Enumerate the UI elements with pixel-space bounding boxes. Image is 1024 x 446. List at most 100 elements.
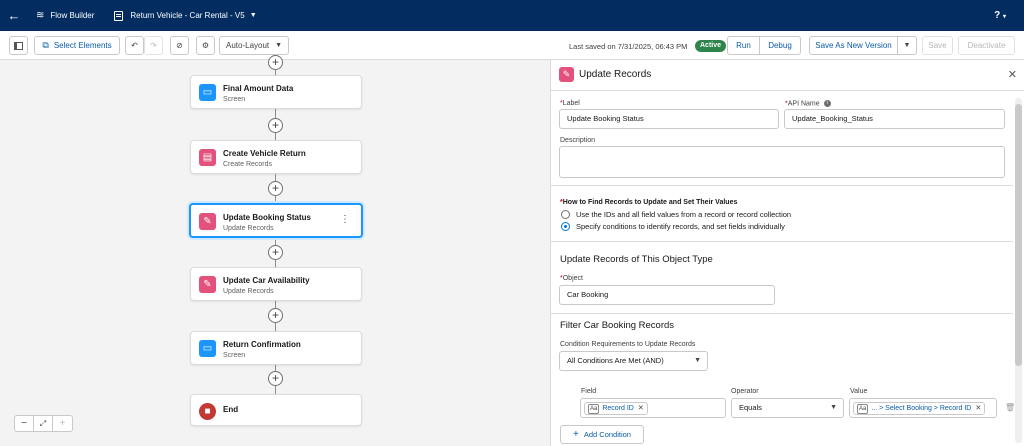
add-icon: +: [573, 429, 579, 440]
close-icon[interactable]: ✕: [1008, 68, 1017, 81]
description-label: Description: [560, 137, 596, 144]
node-title: Update Car Availability: [223, 276, 310, 285]
save-menu-button[interactable]: ▼: [897, 36, 917, 55]
flow-node-update-car-availability[interactable]: ✎ Update Car Availability Update Records: [190, 267, 362, 301]
deactivate-button[interactable]: Deactivate: [958, 36, 1015, 55]
panel-title: Update Records: [579, 69, 652, 80]
condition-requirements-label: Condition Requirements to Update Records: [560, 341, 696, 348]
debug-button[interactable]: Debug: [759, 36, 801, 55]
section-divider: [551, 241, 1013, 242]
errors-button[interactable]: ⊘: [170, 36, 189, 55]
add-element-button[interactable]: +: [268, 371, 283, 386]
node-type: Create Records: [223, 161, 273, 168]
add-element-button[interactable]: +: [268, 118, 283, 133]
stop-icon: ■: [199, 403, 216, 420]
condition-field-input[interactable]: Aa Record ID ✕: [580, 398, 726, 418]
filter-section-title: Filter Car Booking Records: [560, 320, 675, 331]
scrollbar-thumb[interactable]: [1015, 104, 1022, 366]
chevron-down-icon: ▼: [694, 357, 701, 364]
redo-button[interactable]: ↷: [144, 36, 163, 55]
back-arrow-icon[interactable]: ←: [0, 8, 28, 23]
run-button[interactable]: Run: [727, 36, 760, 55]
flow-node-end[interactable]: ■ End: [190, 394, 362, 426]
radio-option-conditions[interactable]: Specify conditions to identify records, …: [561, 222, 785, 231]
no-entry-icon: ⊘: [176, 41, 183, 50]
toggle-panel-button[interactable]: [9, 36, 28, 55]
undo-icon: ↶: [131, 41, 138, 50]
node-type: Screen: [223, 96, 246, 103]
object-field[interactable]: Car Booking: [559, 285, 775, 305]
flow-builder-logo-icon: ≋: [36, 10, 45, 21]
add-element-button[interactable]: +: [268, 245, 283, 260]
screen-icon: ▭: [199, 84, 216, 101]
value-pill-label: ... > Select Booking > Record ID: [871, 404, 972, 412]
node-title: Create Vehicle Return: [223, 149, 306, 158]
condition-requirements-value: All Conditions Are Met (AND): [567, 356, 664, 365]
screen-icon: ▭: [199, 340, 216, 357]
condition-value-input[interactable]: Aa ... > Select Booking > Record ID ✕: [849, 398, 997, 418]
add-element-button[interactable]: +: [268, 55, 283, 70]
add-condition-button[interactable]: + Add Condition: [560, 425, 644, 444]
flow-node-return-confirmation[interactable]: ▭ Return Confirmation Screen: [190, 331, 362, 365]
api-name-label: *API Name i: [785, 100, 831, 107]
radio-button-selected[interactable]: [561, 222, 570, 231]
fit-view-icon[interactable]: ⤢: [34, 416, 53, 431]
field-column-label: Field: [581, 388, 597, 395]
flow-node-create-vehicle-return[interactable]: ▤ Create Vehicle Return Create Records: [190, 140, 362, 174]
record-update-icon: ✎: [199, 276, 216, 293]
status-badge: Active: [695, 40, 727, 52]
redo-icon: ↷: [150, 41, 157, 50]
save-as-new-version-button[interactable]: Save As New Version: [809, 36, 898, 55]
save-button[interactable]: Save: [922, 36, 953, 55]
label-field[interactable]: Update Booking Status: [559, 109, 779, 129]
select-elements-button[interactable]: ⧉ Select Elements: [34, 36, 120, 55]
flow-menu-chevron-down-icon[interactable]: ▼: [250, 12, 257, 19]
node-title: Final Amount Data: [223, 84, 294, 93]
condition-operator-select[interactable]: Equals ▼: [731, 398, 844, 418]
record-update-icon: ✎: [559, 67, 574, 82]
flow-node-final-amount-data[interactable]: ▭ Final Amount Data Screen: [190, 75, 362, 109]
zoom-controls: − ⤢ +: [14, 415, 73, 432]
help-label: ?: [994, 10, 1001, 21]
chevron-down-icon: ▼: [830, 404, 837, 411]
flow-name[interactable]: Return Vehicle - Car Rental - V5: [130, 11, 244, 20]
object-label: *Object: [560, 275, 583, 282]
node-type: Update Records: [223, 225, 274, 232]
delete-condition-icon[interactable]: 🗑: [1005, 403, 1015, 412]
layout-mode-select[interactable]: Auto-Layout ▼: [219, 36, 289, 55]
toolbar: ⧉ Select Elements ↶ ↷ ⊘ ⚙ Auto-Layout ▼ …: [0, 31, 1024, 60]
zoom-out-button[interactable]: −: [15, 416, 34, 431]
add-element-button[interactable]: +: [268, 308, 283, 323]
section-divider: [551, 313, 1013, 314]
condition-requirements-select[interactable]: All Conditions Are Met (AND) ▼: [559, 351, 708, 371]
api-name-field[interactable]: Update_Booking_Status: [784, 109, 1005, 129]
chevron-down-icon: ▼: [275, 42, 282, 49]
flow-canvas[interactable]: + + + + + + ▭ Final Amount Data Screen ▤…: [0, 55, 550, 446]
operator-column-label: Operator: [731, 388, 759, 395]
settings-button[interactable]: ⚙: [196, 36, 215, 55]
panel-scrollbar[interactable]: [1015, 98, 1022, 443]
value-pill: Aa ... > Select Booking > Record ID ✕: [853, 400, 986, 418]
help-icon[interactable]: ? ▾: [994, 10, 1006, 21]
add-element-button[interactable]: +: [268, 181, 283, 196]
zoom-in-button[interactable]: +: [53, 416, 72, 431]
remove-pill-icon[interactable]: ✕: [975, 400, 981, 418]
node-type: Update Records: [223, 288, 274, 295]
radio-option-ids[interactable]: Use the IDs and all field values from a …: [561, 210, 791, 219]
undo-button[interactable]: ↶: [125, 36, 144, 55]
select-elements-icon: ⧉: [42, 40, 49, 50]
remove-pill-icon[interactable]: ✕: [638, 400, 644, 418]
radio-button[interactable]: [561, 210, 570, 219]
field-pill: Aa Record ID ✕: [584, 402, 648, 415]
info-icon[interactable]: i: [823, 100, 831, 107]
label-field-label: *Label: [560, 100, 580, 107]
node-title: Return Confirmation: [223, 340, 301, 349]
section-divider: [551, 185, 1013, 186]
flow-document-icon: [114, 10, 124, 21]
flow-node-update-booking-status[interactable]: ✎ Update Booking Status Update Records ⋮: [189, 203, 363, 238]
add-condition-label: Add Condition: [583, 430, 631, 439]
last-saved-text: Last saved on 7/31/2025, 06:43 PM: [569, 42, 688, 51]
description-textarea[interactable]: [559, 146, 1005, 178]
node-menu-icon[interactable]: ⋮: [340, 214, 350, 225]
how-to-find-label: *How to Find Records to Update and Set T…: [560, 199, 738, 206]
